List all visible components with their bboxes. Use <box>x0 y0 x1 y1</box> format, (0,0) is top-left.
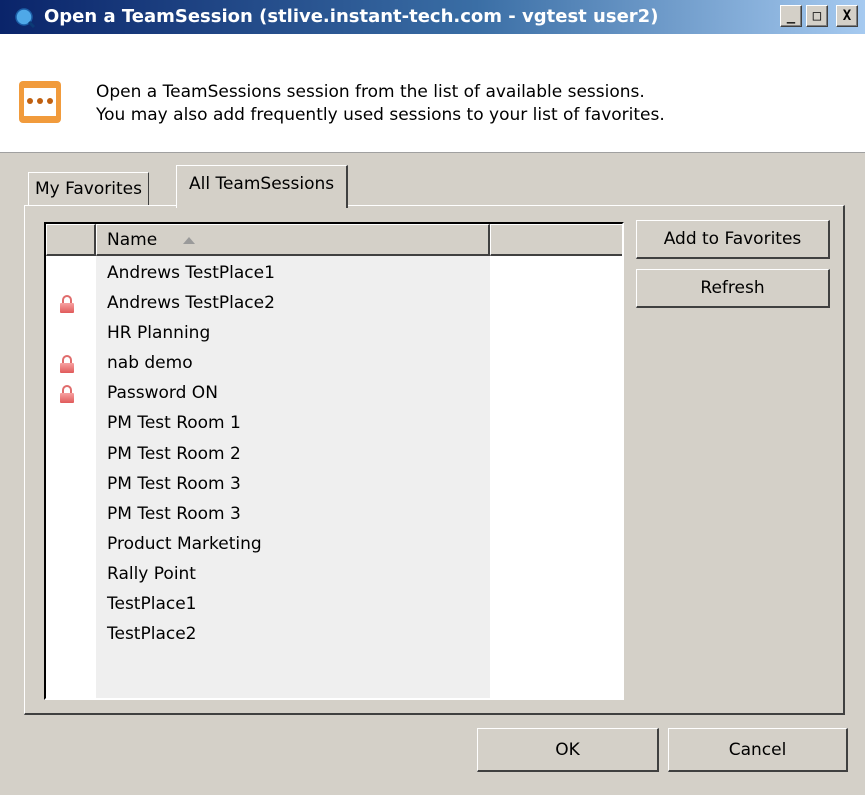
session-name: TestPlace1 <box>107 594 197 615</box>
list-item[interactable]: PM Test Room 3 <box>46 499 622 529</box>
session-name: PM Test Room 3 <box>107 503 241 524</box>
list-item[interactable]: Andrews TestPlace2 <box>46 288 622 318</box>
list-header: Name <box>46 224 622 256</box>
window-title: Open a TeamSession (stlive.instant-tech.… <box>44 6 659 27</box>
session-name: Andrews TestPlace2 <box>107 293 275 314</box>
list-item[interactable]: Andrews TestPlace1 <box>46 258 622 288</box>
search-icon <box>15 8 36 29</box>
list-item[interactable]: Rally Point <box>46 559 622 589</box>
header-line-1: Open a TeamSessions session from the lis… <box>96 82 645 102</box>
session-name: TestPlace2 <box>107 624 197 645</box>
session-name: PM Test Room 1 <box>107 413 241 434</box>
lock-icon <box>60 295 74 314</box>
lock-icon <box>60 355 74 374</box>
session-name: Rally Point <box>107 563 196 584</box>
session-name: Password ON <box>107 383 218 404</box>
maximize-button[interactable]: □ <box>806 5 828 27</box>
list-item[interactable]: TestPlace1 <box>46 589 622 619</box>
list-item[interactable]: HR Planning <box>46 318 622 348</box>
header-line-2: You may also add frequently used session… <box>96 105 665 125</box>
teamsession-icon <box>19 81 61 123</box>
title-bar[interactable]: Open a TeamSession (stlive.instant-tech.… <box>0 0 865 34</box>
header-description: Open a TeamSessions session from the lis… <box>96 81 665 127</box>
session-name: Andrews TestPlace1 <box>107 263 275 283</box>
minimize-button[interactable]: _ <box>780 5 802 27</box>
tab-my-favorites[interactable]: My Favorites <box>28 172 149 205</box>
session-name: HR Planning <box>107 323 211 344</box>
add-to-favorites-button[interactable]: Add to Favorites <box>636 220 830 259</box>
tab-all-teamsessions[interactable]: All TeamSessions <box>176 165 349 208</box>
list-item[interactable]: nab demo <box>46 348 622 378</box>
refresh-button[interactable]: Refresh <box>636 269 830 308</box>
list-rows: Andrews TestPlace1 Andrews TestPlace2 HR… <box>46 258 622 649</box>
list-item[interactable]: PM Test Room 1 <box>46 408 622 438</box>
list-item[interactable]: Product Marketing <box>46 529 622 559</box>
dialog-header: Open a TeamSessions session from the lis… <box>0 34 865 153</box>
list-item[interactable]: PM Test Room 3 <box>46 469 622 499</box>
column-header-name[interactable]: Name <box>96 224 490 256</box>
session-name: PM Test Room 3 <box>107 473 241 494</box>
lock-icon <box>60 385 74 404</box>
sort-ascending-icon <box>183 237 195 244</box>
session-name: PM Test Room 2 <box>107 443 241 464</box>
ok-button[interactable]: OK <box>477 728 659 772</box>
column-header-name-label: Name <box>107 230 158 250</box>
list-item[interactable]: PM Test Room 2 <box>46 439 622 469</box>
column-header-extra[interactable] <box>490 224 622 256</box>
session-name: nab demo <box>107 353 193 374</box>
close-button[interactable]: X <box>836 5 858 27</box>
list-item[interactable]: TestPlace2 <box>46 619 622 649</box>
column-header-icon[interactable] <box>46 224 96 256</box>
session-name: Product Marketing <box>107 533 262 554</box>
sessions-list[interactable]: Name Andrews TestPlace1 Andrews TestPlac… <box>44 222 624 700</box>
list-item[interactable]: Password ON <box>46 378 622 408</box>
cancel-button[interactable]: Cancel <box>668 728 848 772</box>
